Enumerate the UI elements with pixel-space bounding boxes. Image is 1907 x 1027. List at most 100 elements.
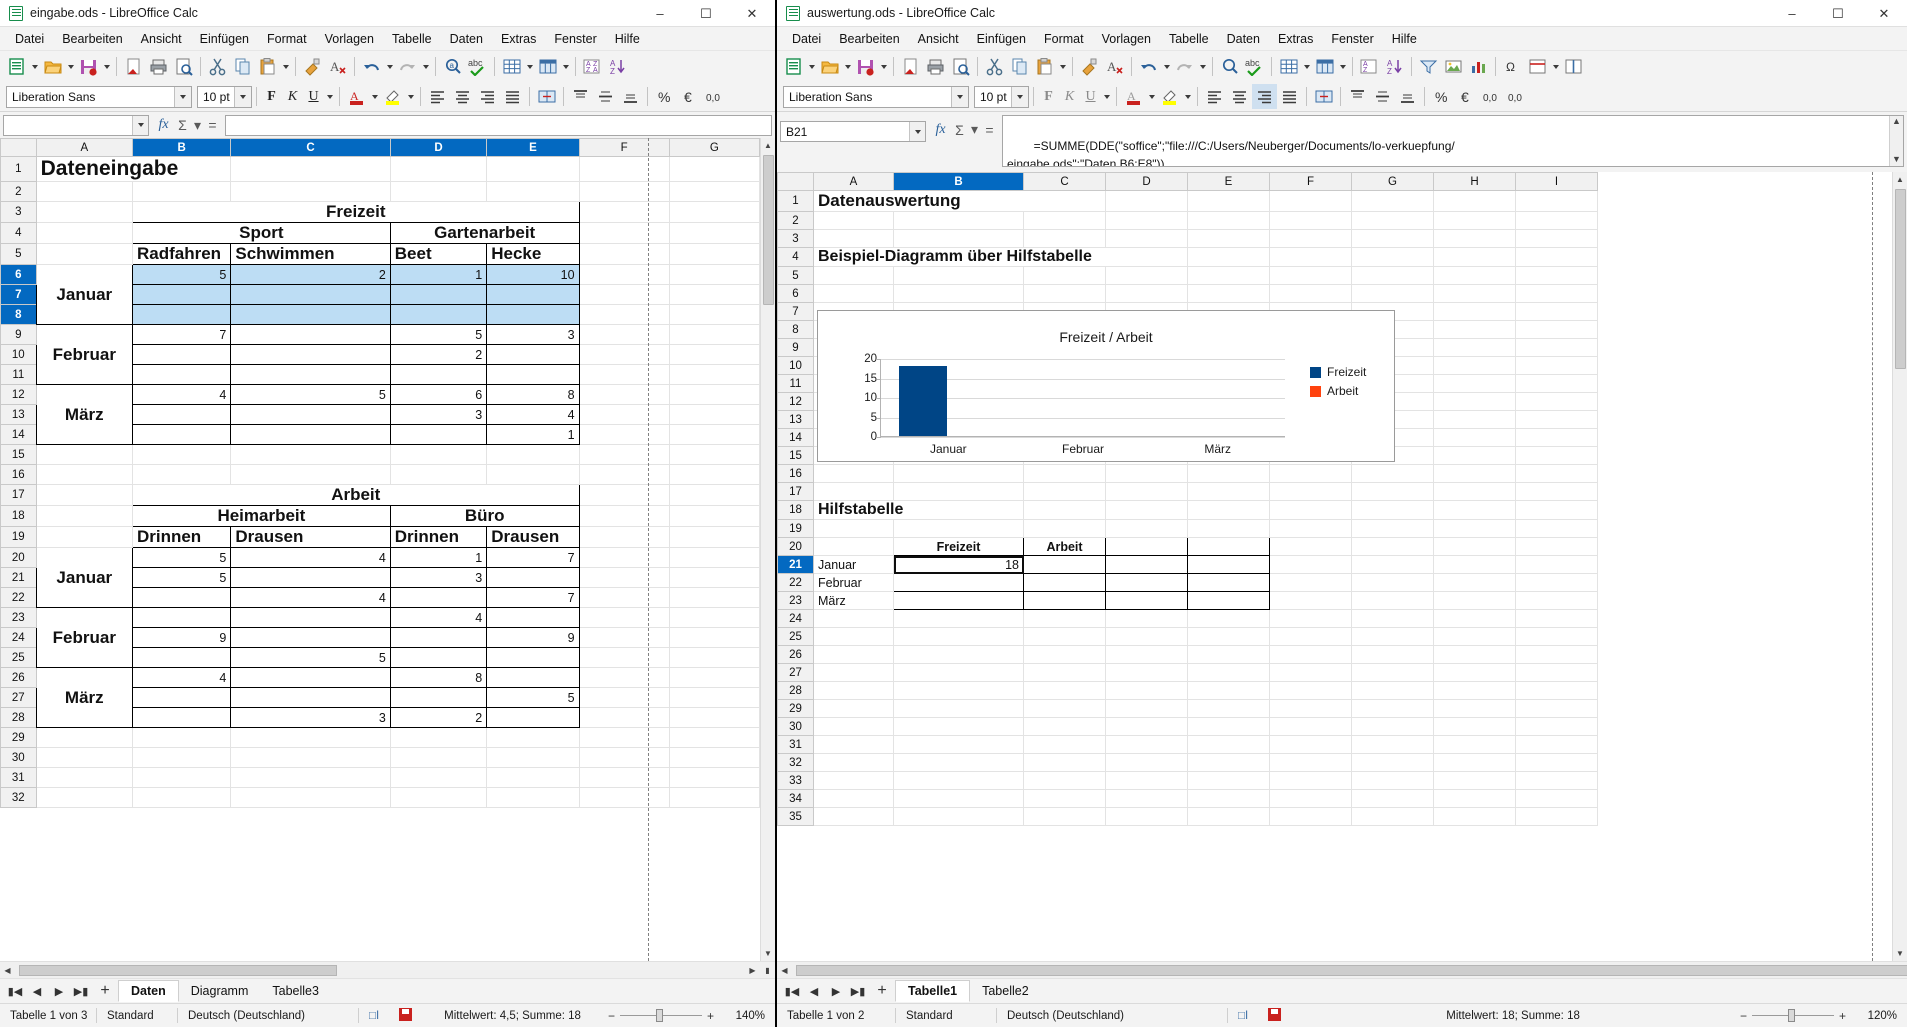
cell-G16[interactable] [1352, 465, 1434, 483]
cell-B33[interactable] [894, 772, 1024, 790]
cell-C18[interactable] [1024, 501, 1106, 520]
menu-datei[interactable]: Datei [783, 30, 830, 48]
cell-I32[interactable] [1516, 754, 1598, 772]
cell-I24[interactable] [1516, 610, 1598, 628]
cell-C17[interactable] [1024, 483, 1106, 501]
cell-A21[interactable]: Januar [814, 556, 894, 574]
cell-C16[interactable] [1024, 465, 1106, 483]
cell-A5[interactable] [814, 267, 894, 285]
menu-format[interactable]: Format [258, 30, 316, 48]
cell-A4[interactable] [36, 223, 132, 244]
row-header-17[interactable]: 17 [778, 483, 814, 501]
cell-G13[interactable] [669, 405, 759, 425]
cell-E29[interactable] [1188, 700, 1270, 718]
cell-E28[interactable] [1188, 682, 1270, 700]
status-zoom-level[interactable]: 140% [719, 1010, 775, 1022]
column-icon[interactable] [535, 54, 560, 79]
row-header-22[interactable]: 22 [778, 574, 814, 592]
cell-A3[interactable] [814, 230, 894, 248]
scroll-left-arrow-icon[interactable]: ◀ [777, 963, 792, 978]
cell-F6[interactable] [1270, 285, 1352, 303]
scroll-up-arrow-icon[interactable]: ▲ [1893, 172, 1907, 187]
cell-C24[interactable] [231, 628, 390, 648]
cell-A6[interactable]: Januar [36, 265, 132, 325]
cell-H2[interactable] [1434, 212, 1516, 230]
sum-dropdown-icon[interactable]: ▾ [193, 117, 202, 134]
format-number-icon[interactable]: 0,0 [702, 84, 727, 109]
new-document-dropdown-icon[interactable] [806, 54, 817, 79]
first-sheet-button[interactable]: ▮◀ [4, 980, 26, 1002]
cell-A29[interactable] [36, 728, 132, 748]
cell-E32[interactable] [487, 788, 579, 808]
cell-B5[interactable] [894, 267, 1024, 285]
zoom-slider[interactable]: − + [603, 1009, 719, 1023]
row-header-13[interactable]: 13 [1, 405, 37, 425]
cell-H14[interactable] [1434, 429, 1516, 447]
status-selection-mode-icon[interactable]: □I [359, 1010, 389, 1022]
column-header-e[interactable]: E [1188, 173, 1270, 191]
cell-G31[interactable] [1352, 736, 1434, 754]
cell-B35[interactable] [894, 808, 1024, 826]
cell-G33[interactable] [1352, 772, 1434, 790]
cell-A23[interactable]: Februar [36, 608, 132, 668]
row-header-9[interactable]: 9 [1, 325, 37, 345]
align-right-icon[interactable] [1252, 84, 1277, 109]
freeze-dropdown-icon[interactable] [1550, 54, 1561, 79]
menu-extras[interactable]: Extras [1269, 30, 1322, 48]
cell-I30[interactable] [1516, 718, 1598, 736]
function-wizard-icon[interactable]: fx [932, 122, 949, 138]
cell-G31[interactable] [669, 768, 759, 788]
cell-D31[interactable] [1106, 736, 1188, 754]
row-header-2[interactable]: 2 [778, 212, 814, 230]
cell-G23[interactable] [1352, 592, 1434, 610]
bold-button[interactable]: F [261, 85, 282, 109]
cell-D16[interactable] [1106, 465, 1188, 483]
cell-H6[interactable] [1434, 285, 1516, 303]
menu-einfuegen[interactable]: Einfügen [191, 30, 258, 48]
cell-I7[interactable] [1516, 303, 1598, 321]
cell-D29[interactable] [1106, 700, 1188, 718]
cell-G29[interactable] [669, 728, 759, 748]
cell-A28[interactable] [814, 682, 894, 700]
cell-D30[interactable] [1106, 718, 1188, 736]
cell-E31[interactable] [1188, 736, 1270, 754]
cell-B34[interactable] [894, 790, 1024, 808]
highlight-color-icon[interactable] [1157, 84, 1182, 109]
zoom-in-icon[interactable]: + [702, 1009, 719, 1023]
sheet-tab-daten[interactable]: Daten [118, 980, 179, 1002]
cell-B31[interactable] [894, 736, 1024, 754]
cell-C24[interactable] [1024, 610, 1106, 628]
row-header-3[interactable]: 3 [778, 230, 814, 248]
cell-A31[interactable] [814, 736, 894, 754]
sort-ascending-icon[interactable]: AZ [605, 54, 630, 79]
zoom-track[interactable] [620, 1015, 702, 1016]
cell-E7[interactable] [487, 285, 579, 305]
cell-D8[interactable] [390, 305, 486, 325]
cell-C20[interactable]: Arbeit [1024, 538, 1106, 556]
row-header-19[interactable]: 19 [1, 527, 37, 548]
name-box-dropdown-icon[interactable] [909, 122, 925, 141]
column-icon[interactable] [1312, 54, 1337, 79]
cell-F7[interactable] [579, 285, 669, 305]
row-header-31[interactable]: 31 [1, 768, 37, 788]
font-size-box[interactable]: 10 pt [974, 86, 1029, 108]
cell-F31[interactable] [1270, 736, 1352, 754]
cell-F32[interactable] [579, 788, 669, 808]
horizontal-scroll-thumb[interactable] [19, 965, 337, 976]
paste-dropdown-icon[interactable] [1057, 54, 1068, 79]
cell-G26[interactable] [1352, 646, 1434, 664]
column-header-a[interactable]: A [36, 139, 132, 157]
menu-tabelle[interactable]: Tabelle [1160, 30, 1218, 48]
last-sheet-button[interactable]: ▶▮ [70, 980, 92, 1002]
cell-G14[interactable] [669, 425, 759, 445]
cell-F14[interactable] [579, 425, 669, 445]
cell-F21[interactable] [1270, 556, 1352, 574]
print-preview-icon[interactable] [948, 54, 973, 79]
cell-I20[interactable] [1516, 538, 1598, 556]
cell-C31[interactable] [231, 768, 390, 788]
find-replace-icon[interactable]: a [440, 54, 465, 79]
cell-G24[interactable] [669, 628, 759, 648]
cell-C5[interactable]: Schwimmen [231, 244, 390, 265]
cell-I8[interactable] [1516, 321, 1598, 339]
align-bottom-icon[interactable] [1395, 84, 1420, 109]
